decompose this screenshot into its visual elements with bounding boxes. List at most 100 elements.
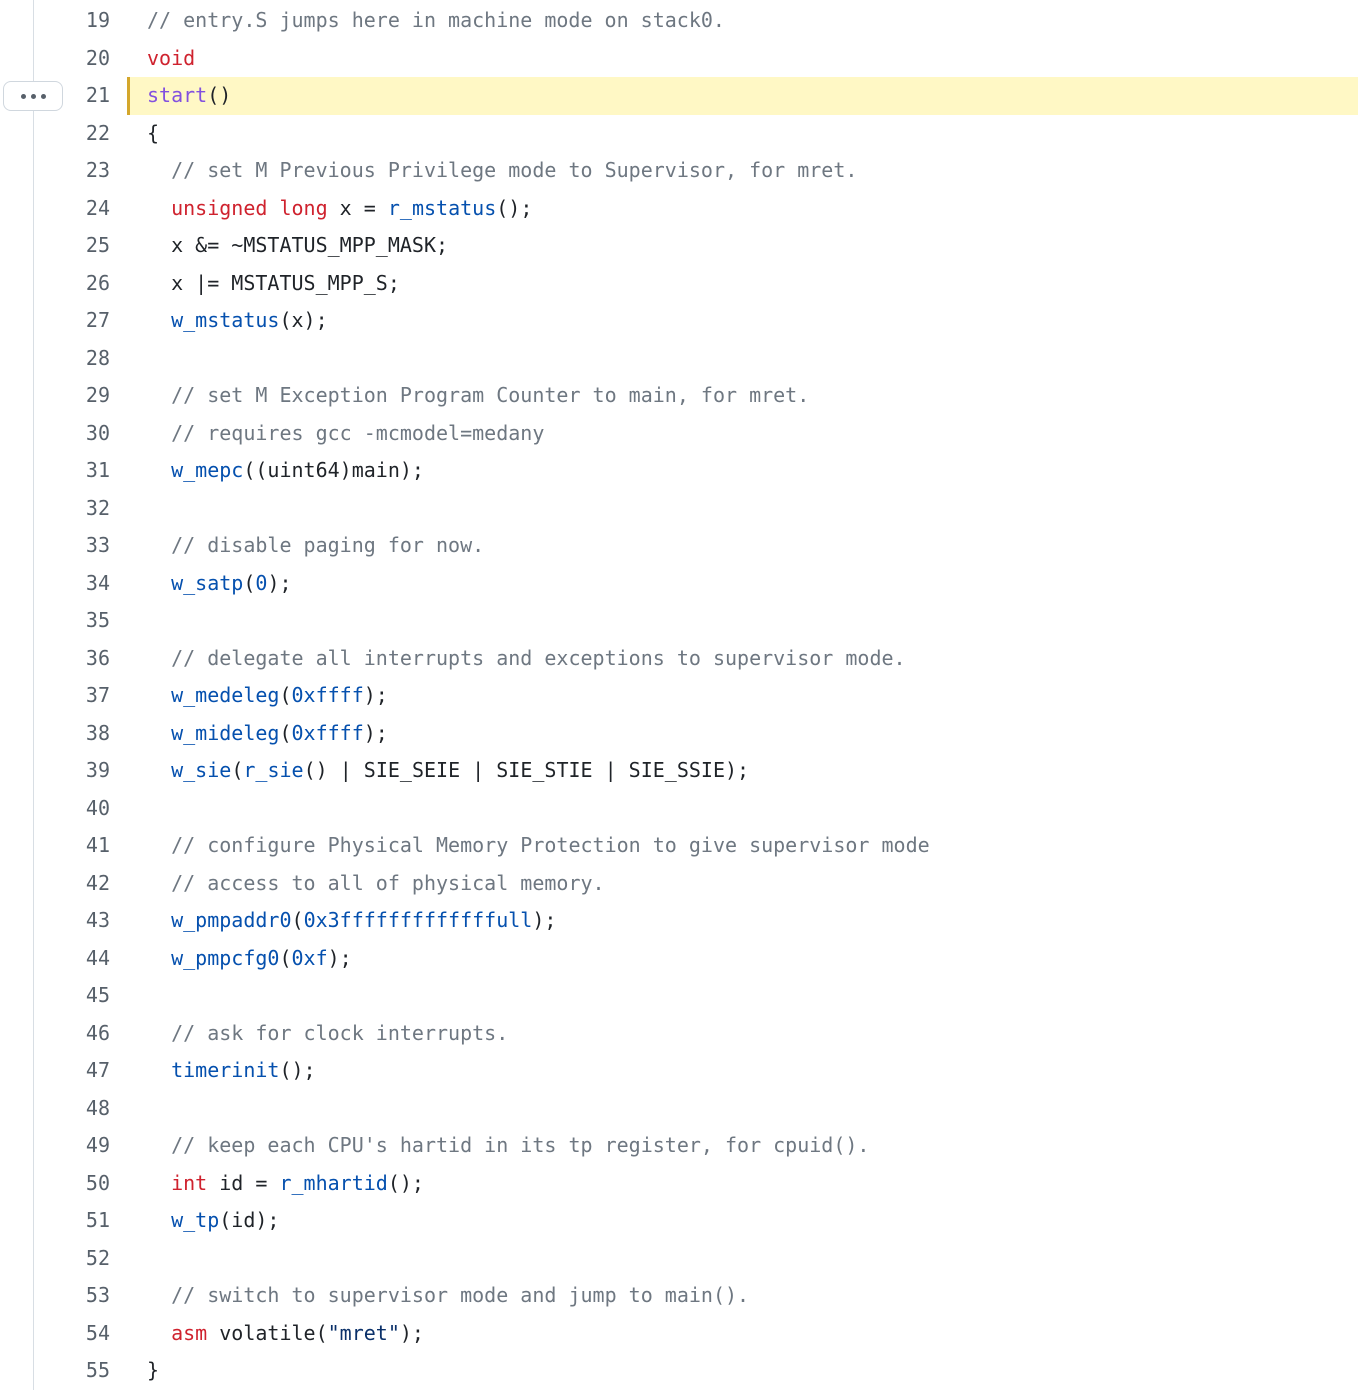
code-line: 34 w_satp(0); <box>0 565 1358 603</box>
code-token-comment: // ask for clock interrupts. <box>171 1020 509 1045</box>
line-number[interactable]: 53 <box>60 1277 110 1315</box>
code-token-plain: ( <box>231 758 244 782</box>
code-line: 19 // entry.S jumps here in machine mode … <box>0 2 1358 40</box>
line-number[interactable]: 39 <box>60 752 110 790</box>
code-line: 26 x |= MSTATUS_MPP_S; <box>0 265 1358 303</box>
line-number[interactable]: 49 <box>60 1127 110 1165</box>
code-line: 45 <box>0 977 1358 1015</box>
code-token-keyword: int <box>171 1170 208 1195</box>
code-line-text: // switch to supervisor mode and jump to… <box>127 1277 1358 1315</box>
code-token-keyword: void <box>147 45 196 70</box>
code-line-text: void <box>127 40 1358 78</box>
line-number[interactable]: 48 <box>60 1090 110 1128</box>
line-number[interactable]: 34 <box>60 565 110 603</box>
line-number[interactable]: 25 <box>60 227 110 265</box>
line-number[interactable]: 24 <box>60 190 110 228</box>
code-line: 48 <box>0 1090 1358 1128</box>
line-number[interactable]: 33 <box>60 527 110 565</box>
line-number[interactable]: 21 <box>60 77 110 115</box>
code-token-plain: () <box>207 83 232 107</box>
code-token-comment: // access to all of physical memory. <box>171 870 605 895</box>
code-token-comment: // set M Previous Privilege mode to Supe… <box>171 158 858 182</box>
line-number[interactable]: 46 <box>60 1015 110 1053</box>
code-token-keyword: asm <box>171 1320 208 1345</box>
code-token-plain: (); <box>387 1170 424 1195</box>
code-token-plain: x |= MSTATUS_MPP_S; <box>147 270 400 295</box>
code-line-text: // keep each CPU's hartid in its tp regi… <box>127 1127 1358 1165</box>
code-token-plain: () | SIE_SEIE | SIE_STIE | SIE_SSIE); <box>303 758 750 782</box>
code-line-text: // delegate all interrupts and exception… <box>127 640 1358 678</box>
line-number[interactable]: 42 <box>60 865 110 903</box>
code-token-comment: // entry.S jumps here in machine mode on… <box>147 8 725 32</box>
line-number[interactable]: 31 <box>60 452 110 490</box>
code-token-plain: ( <box>279 945 292 970</box>
line-number[interactable]: 51 <box>60 1202 110 1240</box>
code-token-plain: ); <box>399 1320 424 1345</box>
code-token-function: w_medeleg <box>171 683 280 707</box>
code-token-function: w_pmpaddr0 <box>171 908 292 932</box>
code-line-text: // configure Physical Memory Protection … <box>127 827 1358 865</box>
line-number[interactable]: 23 <box>60 152 110 190</box>
kebab-horizontal-icon <box>40 93 46 99</box>
code-token-function: w_mstatus <box>171 308 280 332</box>
line-number[interactable]: 43 <box>60 902 110 940</box>
code-token-plain: x = <box>327 195 388 220</box>
line-number[interactable]: 38 <box>60 715 110 753</box>
code-token-function: r_mstatus <box>387 195 497 220</box>
code-line-text: w_tp(id); <box>127 1202 1358 1240</box>
line-number[interactable]: 19 <box>60 2 110 40</box>
line-number[interactable]: 47 <box>60 1052 110 1090</box>
code-token-plain: id = <box>207 1170 280 1195</box>
line-number[interactable]: 26 <box>60 265 110 303</box>
code-view: 19 // entry.S jumps here in machine mode … <box>0 2 1358 1390</box>
code-line-text: x |= MSTATUS_MPP_S; <box>127 265 1358 303</box>
code-line-text: w_sie(r_sie() | SIE_SEIE | SIE_STIE | SI… <box>127 752 1358 790</box>
line-number[interactable]: 40 <box>60 790 110 828</box>
line-number[interactable]: 29 <box>60 377 110 415</box>
code-line-text: } <box>127 1352 1358 1390</box>
line-number[interactable]: 30 <box>60 415 110 453</box>
line-number[interactable]: 45 <box>60 977 110 1015</box>
line-number[interactable]: 50 <box>60 1165 110 1203</box>
code-token-plain: ( <box>291 908 304 932</box>
line-number[interactable]: 35 <box>60 602 110 640</box>
code-line-text: // requires gcc -mcmodel=medany <box>127 415 1358 453</box>
line-number[interactable]: 36 <box>60 640 110 678</box>
line-number[interactable]: 37 <box>60 677 110 715</box>
code-line-text: x &= ~MSTATUS_MPP_MASK; <box>127 227 1358 265</box>
code-token-comment: // set M Exception Program Counter to ma… <box>171 383 810 407</box>
code-token-plain: (); <box>279 1058 316 1082</box>
code-line-text: start() <box>127 77 1358 115</box>
code-token-plain: { <box>147 120 160 145</box>
line-number[interactable]: 20 <box>60 40 110 78</box>
line-number[interactable]: 28 <box>60 340 110 378</box>
line-number[interactable]: 22 <box>60 115 110 153</box>
line-number[interactable]: 54 <box>60 1315 110 1353</box>
code-token-plain: ( <box>279 683 292 707</box>
code-token-function: r_mhartid <box>279 1170 388 1195</box>
line-number[interactable]: 52 <box>60 1240 110 1278</box>
line-number[interactable]: 55 <box>60 1352 110 1390</box>
code-token-comment: // switch to supervisor mode and jump to… <box>171 1283 750 1307</box>
line-number[interactable]: 41 <box>60 827 110 865</box>
code-line: 21 start() <box>0 77 1358 115</box>
line-number[interactable]: 32 <box>60 490 110 528</box>
code-line: 50 int id = r_mhartid(); <box>0 1165 1358 1203</box>
line-options-button[interactable] <box>3 81 63 111</box>
code-line: 42 // access to all of physical memory. <box>0 865 1358 903</box>
code-token-comment: // disable paging for now. <box>171 533 485 557</box>
code-line: 40 <box>0 790 1358 828</box>
code-token-plain: ); <box>267 570 292 595</box>
code-line-text: w_medeleg(0xffff); <box>127 677 1358 715</box>
code-line: 23 // set M Previous Privilege mode to S… <box>0 152 1358 190</box>
code-line: 30 // requires gcc -mcmodel=medany <box>0 415 1358 453</box>
line-number[interactable]: 44 <box>60 940 110 978</box>
line-number[interactable]: 27 <box>60 302 110 340</box>
